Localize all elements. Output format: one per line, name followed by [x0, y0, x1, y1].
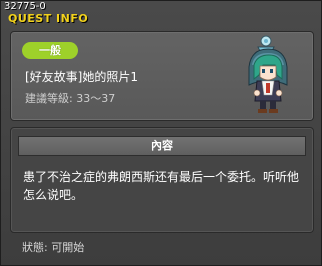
- title-bar[interactable]: QUEST INFO: [1, 12, 322, 26]
- quest-description: 患了不治之症的弗朗西斯还有最后一个委托。听听他怎么说吧。: [23, 170, 300, 202]
- quest-status: 狀態: 可開始: [22, 241, 85, 254]
- quest-details-panel: 內容 患了不治之症的弗朗西斯还有最后一个委托。听听他怎么说吧。: [10, 127, 314, 233]
- quest-name: [好友故事]她的照片1: [25, 70, 138, 84]
- quest-info-window: 32775-0 QUEST INFO 一般 [好友故事]她的照片1 建議等級: …: [0, 0, 322, 266]
- quest-id-label: 32775-0: [4, 1, 46, 12]
- details-header: 內容: [18, 136, 306, 156]
- category-badge: 一般: [22, 42, 78, 59]
- recommended-level: 建議等級: 33～37: [25, 92, 116, 105]
- quest-summary-panel: 一般 [好友故事]她的照片1 建議等級: 33～37: [10, 31, 314, 121]
- npc-portrait-icon: [248, 35, 288, 113]
- window-title: QUEST INFO: [8, 12, 89, 25]
